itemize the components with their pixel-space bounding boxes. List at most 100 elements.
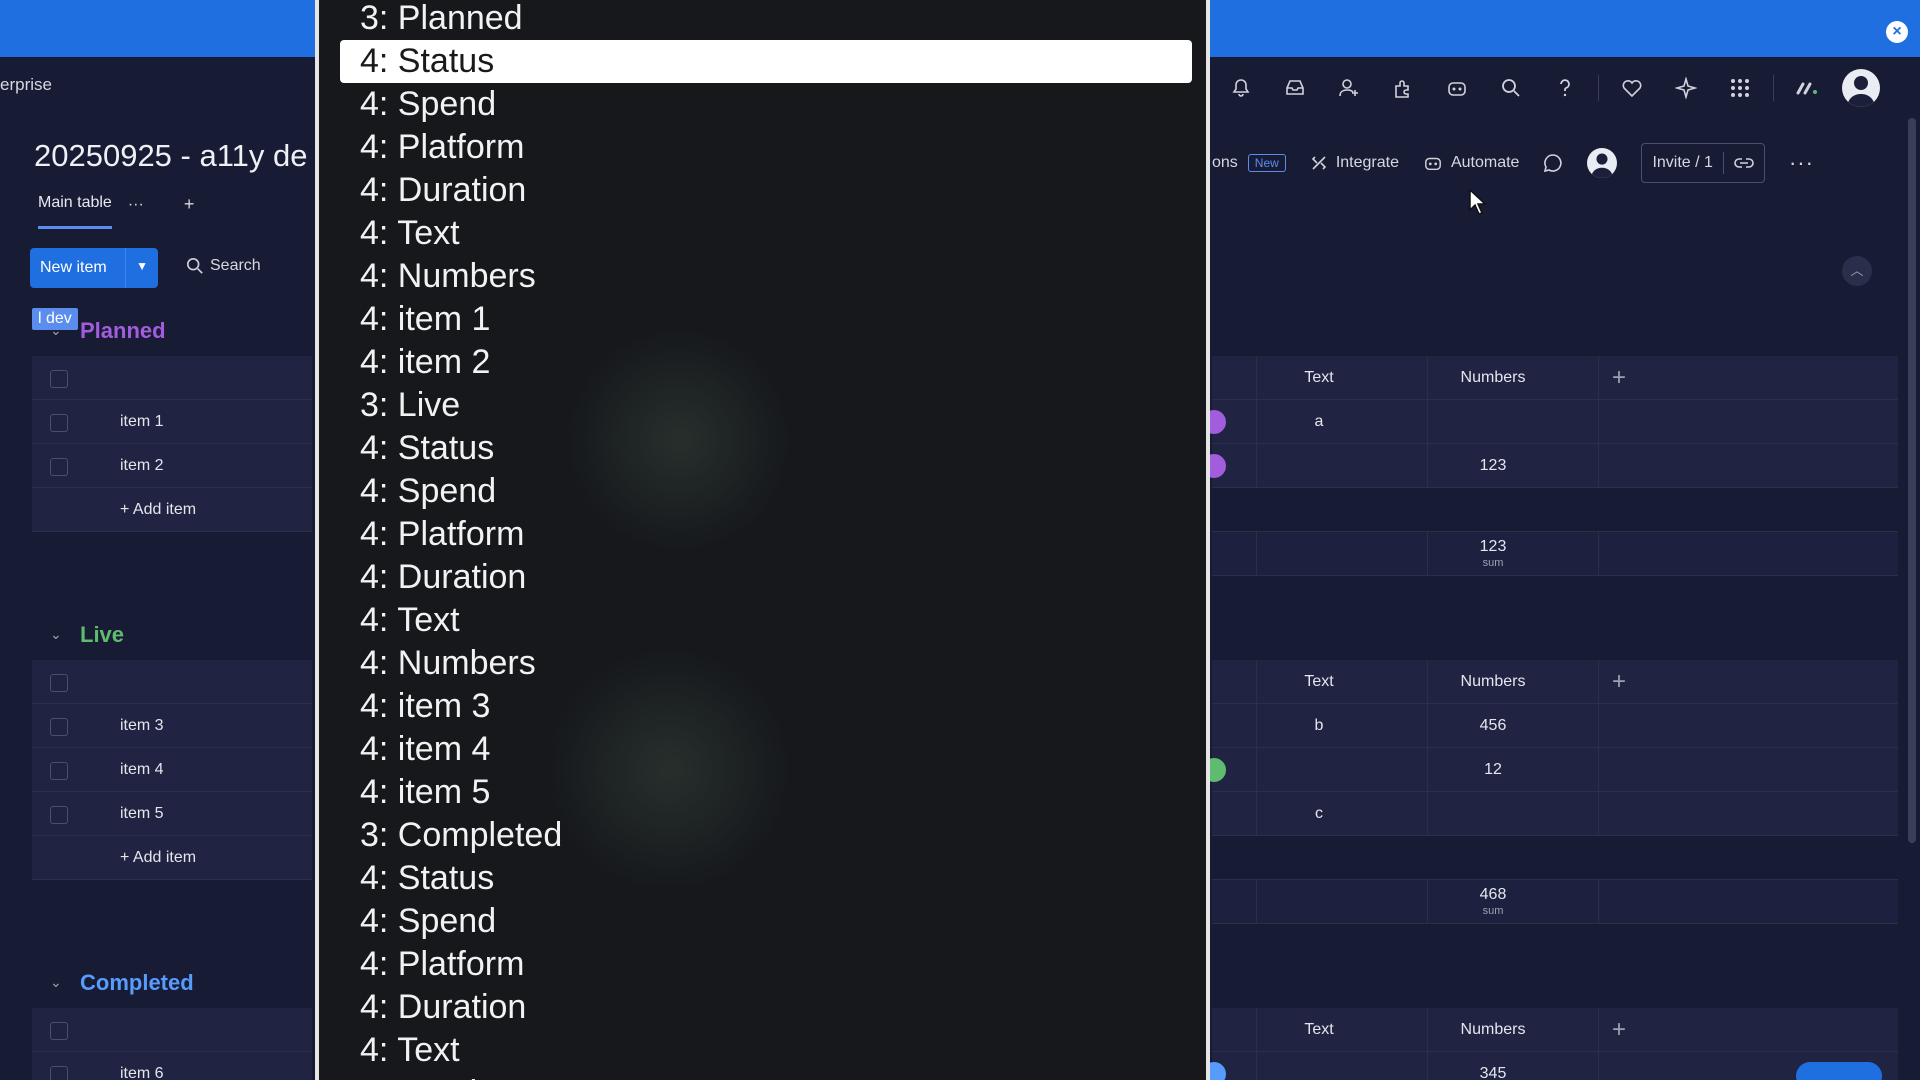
automate-button[interactable]: Automate bbox=[1423, 154, 1519, 172]
tab-options-icon[interactable]: ··· bbox=[128, 196, 144, 214]
avatar-icon[interactable] bbox=[1842, 69, 1880, 107]
table-row[interactable]: item 4 bbox=[32, 748, 312, 792]
integrate-button[interactable]: Integrate bbox=[1310, 154, 1399, 172]
add-view-button[interactable]: + bbox=[184, 194, 195, 215]
table-row[interactable]: item 3 bbox=[32, 704, 312, 748]
dropdown-option[interactable]: 4: Platform bbox=[340, 513, 1192, 556]
dropdown-option[interactable]: 4: Text bbox=[340, 212, 1192, 255]
dropdown-option[interactable]: 4: Text bbox=[340, 599, 1192, 642]
item-name[interactable]: item 1 bbox=[120, 413, 164, 431]
add-item-button[interactable]: + Add item bbox=[120, 849, 196, 867]
dropdown-option[interactable]: 4: Numbers bbox=[340, 1072, 1192, 1080]
dropdown-option[interactable]: 4: Status bbox=[340, 40, 1192, 83]
robot-icon[interactable] bbox=[1430, 71, 1484, 105]
numbers-cell[interactable]: 12 bbox=[1428, 761, 1558, 779]
tab-main-table[interactable]: Main table bbox=[38, 194, 112, 229]
group-title-live[interactable]: Live bbox=[80, 622, 124, 648]
dropdown-option[interactable]: 4: item 4 bbox=[340, 728, 1192, 771]
select-all-checkbox[interactable] bbox=[50, 674, 68, 692]
numbers-cell[interactable]: 345 bbox=[1428, 1065, 1558, 1080]
text-cell[interactable]: b bbox=[1256, 717, 1382, 735]
numbers-cell[interactable]: 123 bbox=[1428, 457, 1558, 475]
apps-icon[interactable] bbox=[1376, 71, 1430, 105]
chevron-down-icon[interactable]: ⌄ bbox=[50, 974, 62, 991]
select-all-checkbox[interactable] bbox=[50, 370, 68, 388]
add-column-button[interactable]: + bbox=[1612, 364, 1626, 392]
table-row[interactable]: item 1 bbox=[32, 400, 312, 444]
add-item-row[interactable]: + Add item bbox=[32, 836, 312, 880]
sparkle-icon[interactable] bbox=[1659, 71, 1713, 105]
row-checkbox[interactable] bbox=[50, 1066, 68, 1080]
numbers-cell[interactable]: 456 bbox=[1428, 717, 1558, 735]
dropdown-option[interactable]: 4: item 2 bbox=[340, 341, 1192, 384]
dropdown-option[interactable]: 4: Numbers bbox=[340, 255, 1192, 298]
dropdown-option[interactable]: 4: Status bbox=[340, 857, 1192, 900]
column-header-text[interactable]: Text bbox=[1256, 673, 1382, 691]
integrations-label[interactable]: ons bbox=[1212, 154, 1238, 172]
column-header-numbers[interactable]: Numbers bbox=[1428, 1021, 1558, 1039]
invite-members-icon[interactable] bbox=[1322, 71, 1376, 105]
column-header-numbers[interactable]: Numbers bbox=[1428, 673, 1558, 691]
dropdown-option[interactable]: 4: Duration bbox=[340, 986, 1192, 1029]
row-checkbox[interactable] bbox=[50, 806, 68, 824]
dropdown-option[interactable]: 4: Spend bbox=[340, 83, 1192, 126]
search-icon[interactable] bbox=[1484, 71, 1538, 105]
item-name[interactable]: item 2 bbox=[120, 457, 164, 475]
dropdown-option[interactable]: 4: Numbers bbox=[340, 642, 1192, 685]
table-row[interactable]: item 5 bbox=[32, 792, 312, 836]
chevron-down-icon[interactable]: ⌄ bbox=[50, 626, 62, 643]
group-title-planned[interactable]: Planned bbox=[80, 318, 166, 344]
dropdown-option[interactable]: 4: Spend bbox=[340, 900, 1192, 943]
dropdown-option[interactable]: 3: Completed bbox=[340, 814, 1192, 857]
updates-icon[interactable] bbox=[1543, 153, 1563, 173]
column-header-text[interactable]: Text bbox=[1256, 1021, 1382, 1039]
floating-button[interactable] bbox=[1796, 1062, 1882, 1080]
inbox-icon[interactable] bbox=[1268, 71, 1322, 105]
table-row[interactable]: item 6 bbox=[32, 1052, 312, 1080]
dropdown-option[interactable]: 3: Live bbox=[340, 384, 1192, 427]
dropdown-list[interactable]: 3: Planned 4: Status 4: Spend 4: Platform 4:… bbox=[315, 0, 1210, 1080]
link-icon[interactable] bbox=[1734, 156, 1754, 170]
vertical-scrollbar[interactable] bbox=[1908, 118, 1916, 843]
item-name[interactable]: item 3 bbox=[120, 717, 164, 735]
dropdown-option[interactable]: 4: Duration bbox=[340, 556, 1192, 599]
dropdown-option[interactable]: 3: Planned bbox=[340, 0, 1192, 40]
item-name[interactable]: item 6 bbox=[120, 1065, 164, 1080]
group-title-completed[interactable]: Completed bbox=[80, 970, 194, 996]
dropdown-option[interactable]: 4: Platform bbox=[340, 943, 1192, 986]
text-cell[interactable]: c bbox=[1256, 805, 1382, 823]
column-header-text[interactable]: Text bbox=[1256, 369, 1382, 387]
dropdown-option[interactable]: 4: Status bbox=[340, 427, 1192, 470]
new-item-button[interactable]: New item ▼ bbox=[30, 248, 158, 288]
avatar[interactable] bbox=[1587, 148, 1618, 178]
item-name[interactable]: item 4 bbox=[120, 761, 164, 779]
row-checkbox[interactable] bbox=[50, 458, 68, 476]
dropdown-option[interactable]: 4: item 5 bbox=[340, 771, 1192, 814]
add-column-button[interactable]: + bbox=[1612, 668, 1626, 696]
column-header-numbers[interactable]: Numbers bbox=[1428, 369, 1558, 387]
chevron-down-icon[interactable]: ▼ bbox=[136, 259, 148, 273]
grid-icon[interactable] bbox=[1713, 71, 1767, 105]
add-column-button[interactable]: + bbox=[1612, 1016, 1626, 1044]
item-name[interactable]: item 5 bbox=[120, 805, 164, 823]
invite-button[interactable]: Invite / 1 bbox=[1641, 143, 1765, 183]
add-item-button[interactable]: + Add item bbox=[120, 501, 196, 519]
text-cell[interactable]: a bbox=[1256, 413, 1382, 431]
help-icon[interactable] bbox=[1538, 71, 1592, 105]
more-options-icon[interactable]: ··· bbox=[1789, 150, 1814, 176]
collapse-header-icon[interactable]: ︿ bbox=[1842, 256, 1872, 286]
bell-icon[interactable] bbox=[1214, 71, 1268, 105]
add-item-row[interactable]: + Add item bbox=[32, 488, 312, 532]
heart-icon[interactable] bbox=[1605, 71, 1659, 105]
select-all-checkbox[interactable] bbox=[50, 1022, 68, 1040]
dropdown-option[interactable]: 4: Spend bbox=[340, 470, 1192, 513]
dropdown-option[interactable]: 4: item 1 bbox=[340, 298, 1192, 341]
row-checkbox[interactable] bbox=[50, 762, 68, 780]
search-button[interactable]: Search bbox=[186, 257, 261, 275]
close-icon[interactable]: × bbox=[1886, 21, 1908, 43]
dropdown-option[interactable]: 4: Text bbox=[340, 1029, 1192, 1072]
dropdown-option[interactable]: 4: Platform bbox=[340, 126, 1192, 169]
row-checkbox[interactable] bbox=[50, 718, 68, 736]
table-row[interactable]: item 2 bbox=[32, 444, 312, 488]
dropdown-option[interactable]: 4: item 3 bbox=[340, 685, 1192, 728]
